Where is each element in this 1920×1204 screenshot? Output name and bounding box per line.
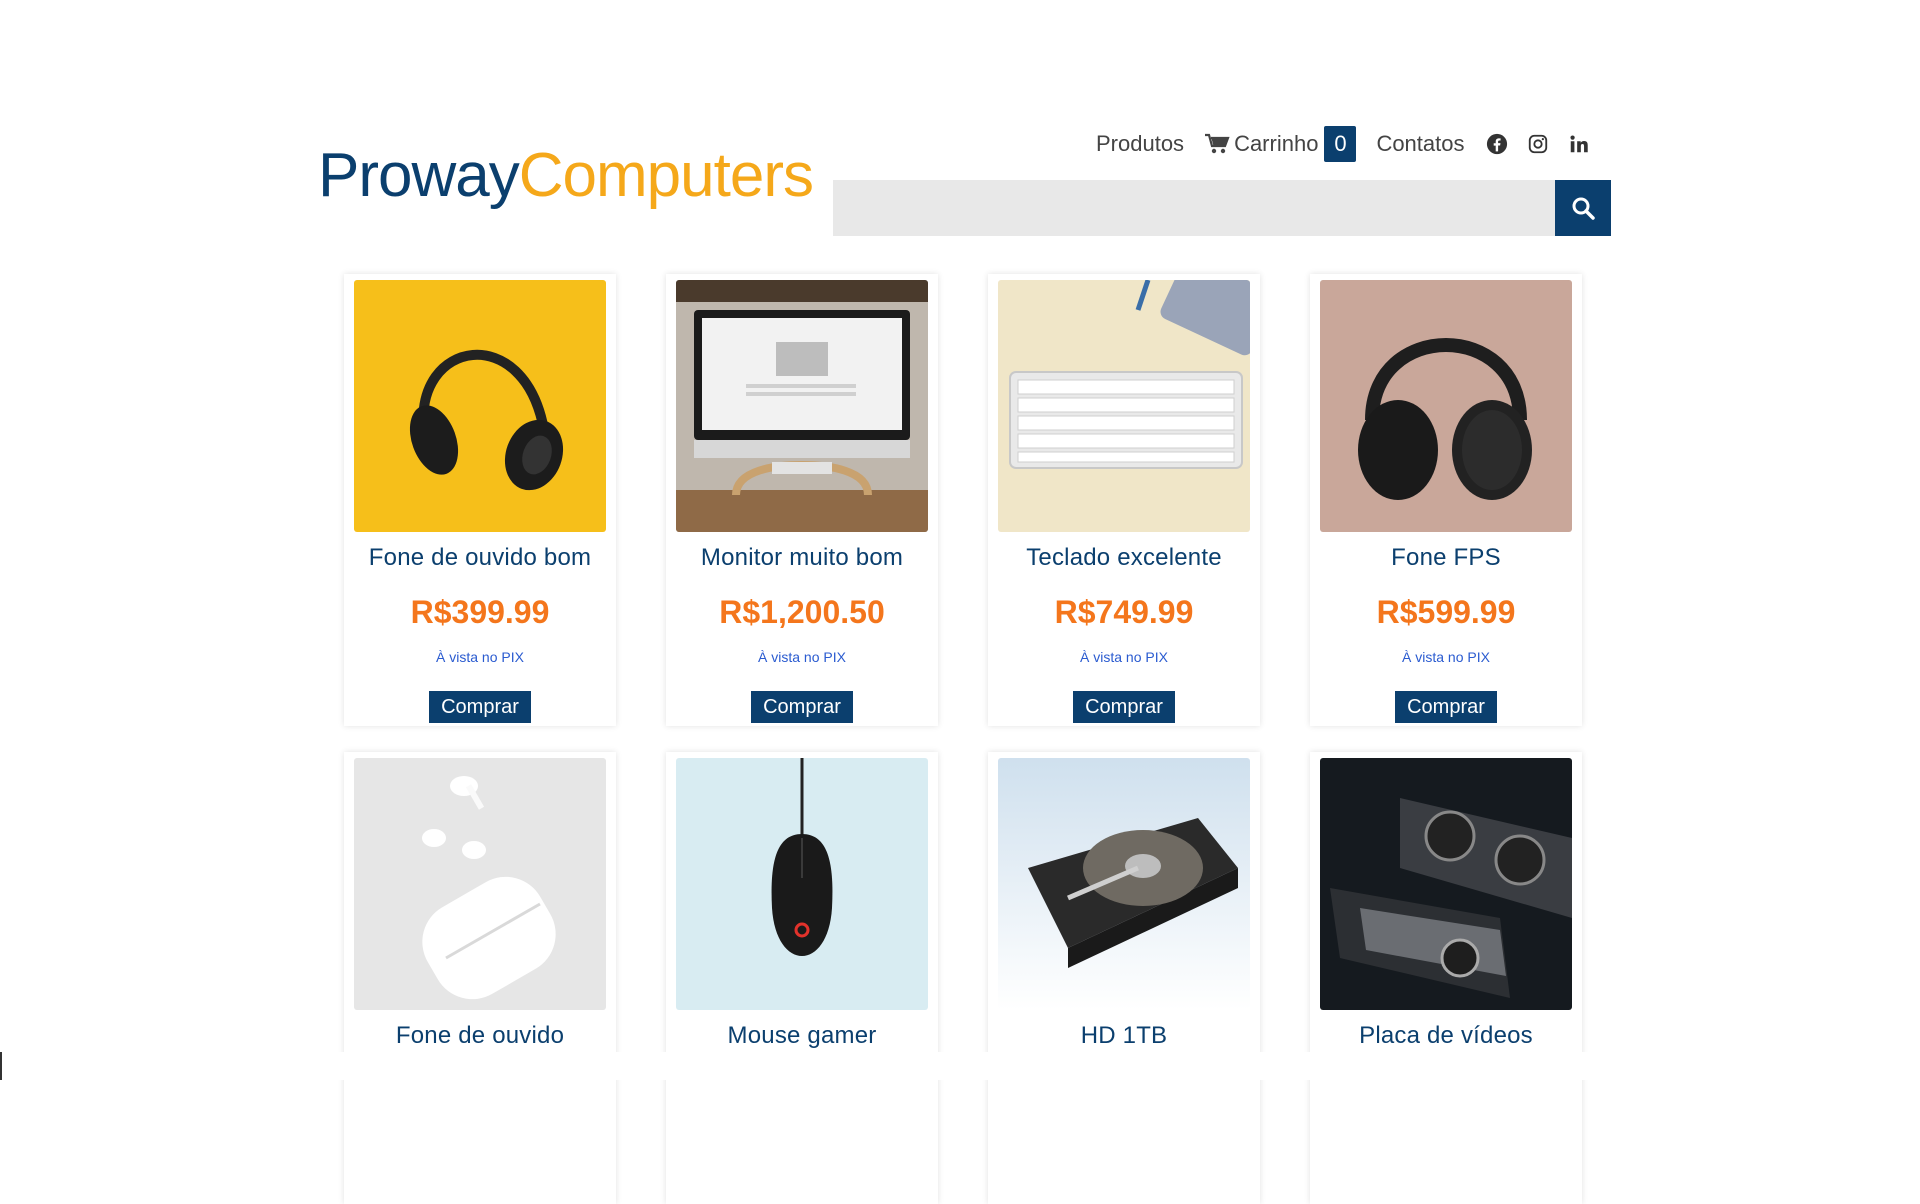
product-card: Monitor muito bom R$1,200.50 À vista no …: [666, 274, 938, 726]
viewport-bottom: [0, 1052, 1920, 1080]
instagram-icon[interactable]: [1526, 132, 1550, 156]
logo-part-computers: Computers: [518, 141, 814, 210]
buy-button[interactable]: Comprar: [1073, 691, 1175, 723]
product-card: Fone de ouvido bom R$399.99 À vista no P…: [344, 274, 616, 726]
buy-button[interactable]: Comprar: [429, 691, 531, 723]
product-card: Fone FPS R$599.99 À vista no PIX Comprar: [1310, 274, 1582, 726]
product-image-black-headphones[interactable]: [1320, 280, 1572, 532]
product-name[interactable]: Fone de ouvido: [396, 1022, 564, 1050]
product-payment-note: À vista no PIX: [758, 649, 846, 665]
product-card: Placa de vídeos: [1310, 752, 1582, 1204]
site-logo[interactable]: ProwayComputers: [318, 140, 814, 212]
product-image-airpods[interactable]: [354, 758, 606, 1010]
product-image-keyboard[interactable]: [998, 280, 1250, 532]
product-name[interactable]: Fone de ouvido bom: [369, 544, 591, 572]
product-card: Teclado excelente R$749.99 À vista no PI…: [988, 274, 1260, 726]
facebook-icon[interactable]: [1485, 132, 1509, 156]
site-header: ProwayComputers Produtos Carrinho 0 Cont…: [0, 0, 1920, 240]
product-name[interactable]: Mouse gamer: [728, 1022, 877, 1050]
nav-produtos-link[interactable]: Produtos: [1096, 131, 1184, 157]
nav-cart-link[interactable]: Carrinho 0: [1204, 126, 1357, 162]
product-image-gaming-mouse[interactable]: [676, 758, 928, 1010]
window-edge: [0, 1052, 2, 1080]
logo-part-proway: Proway: [318, 141, 520, 210]
search-bar: [833, 180, 1611, 236]
product-price: R$599.99: [1376, 594, 1516, 630]
product-card: HD 1TB: [988, 752, 1260, 1204]
buy-button[interactable]: Comprar: [751, 691, 853, 723]
main-nav: Produtos Carrinho 0 Contatos: [1096, 126, 1608, 162]
product-image-headphones[interactable]: [354, 280, 606, 532]
nav-cart-label: Carrinho: [1234, 131, 1319, 156]
product-image-monitor[interactable]: [676, 280, 928, 532]
linkedin-icon[interactable]: [1567, 132, 1591, 156]
cart-count-badge: 0: [1324, 126, 1357, 162]
cart-icon: [1205, 133, 1230, 154]
product-name[interactable]: Teclado excelente: [1026, 544, 1222, 572]
product-name[interactable]: Monitor muito bom: [701, 544, 903, 572]
product-image-hard-drive[interactable]: [998, 758, 1250, 1010]
search-icon: [1572, 197, 1595, 220]
buy-button[interactable]: Comprar: [1395, 691, 1497, 723]
product-payment-note: À vista no PIX: [1402, 649, 1490, 665]
product-image-graphics-card[interactable]: [1320, 758, 1572, 1010]
search-input[interactable]: [833, 180, 1555, 236]
search-button[interactable]: [1555, 180, 1611, 236]
product-payment-note: À vista no PIX: [436, 649, 524, 665]
product-payment-note: À vista no PIX: [1080, 649, 1168, 665]
product-name[interactable]: HD 1TB: [1081, 1022, 1168, 1050]
product-price: R$749.99: [1054, 594, 1194, 630]
product-name[interactable]: Fone FPS: [1391, 544, 1501, 572]
product-card: Mouse gamer: [666, 752, 938, 1204]
product-price: R$1,200.50: [719, 594, 885, 630]
product-card: Fone de ouvido: [344, 752, 616, 1204]
nav-contatos-link[interactable]: Contatos: [1376, 131, 1464, 157]
product-price: R$399.99: [410, 594, 550, 630]
product-name[interactable]: Placa de vídeos: [1359, 1022, 1533, 1050]
